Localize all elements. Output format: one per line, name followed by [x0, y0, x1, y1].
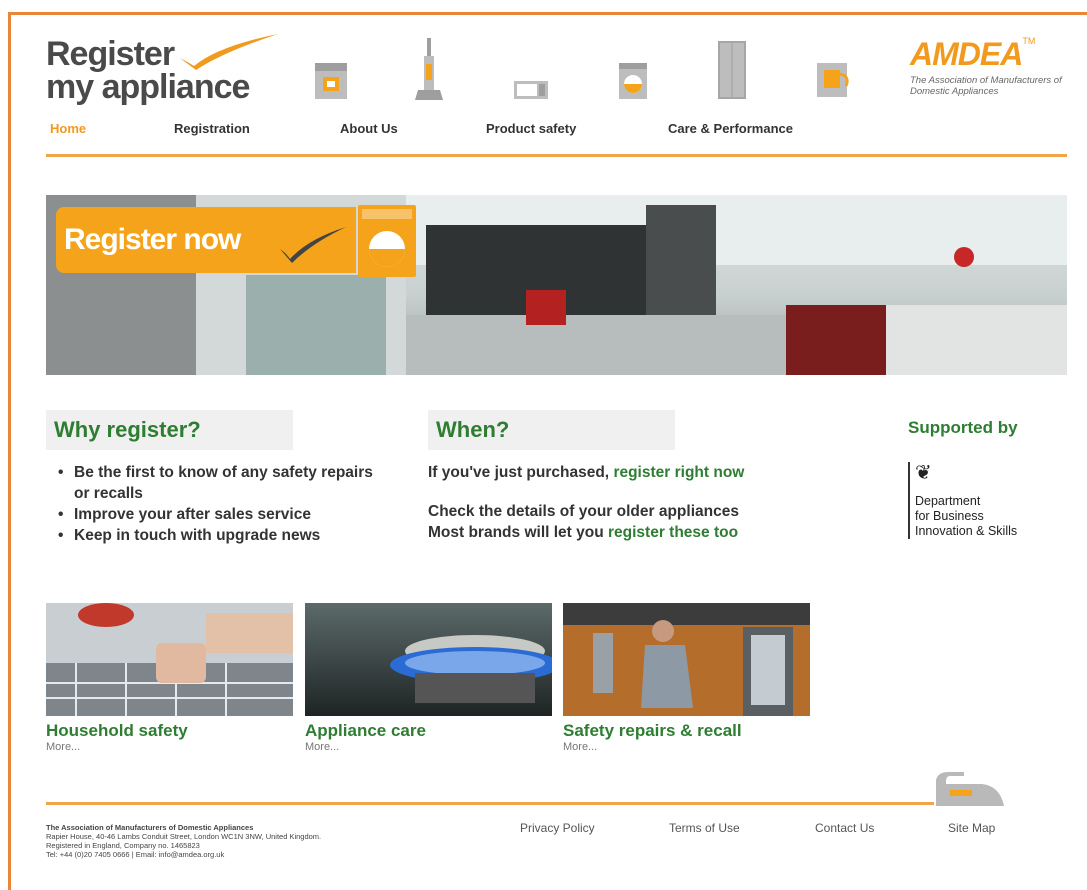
- footer-registration: Registered in England, Company no. 14658…: [46, 841, 200, 850]
- cta-tick-icon: [280, 227, 346, 263]
- repair-engineer-image: [563, 603, 810, 716]
- washing-machine-icon: [619, 63, 647, 99]
- bis-line3: Innovation & Skills: [915, 524, 1018, 538]
- main-nav: Home Registration About Us Product safet…: [0, 121, 1087, 141]
- when-title: When?: [436, 417, 510, 442]
- washing-machine-badge: [358, 205, 416, 277]
- oven-icon: [315, 63, 347, 99]
- more-link[interactable]: More...: [563, 741, 810, 753]
- tile-title: Household safety: [46, 721, 188, 740]
- why-register-heading-box: Why register?: [46, 410, 293, 450]
- tile-appliance-care[interactable]: Appliance care More...: [305, 603, 552, 753]
- when-line1: If you've just purchased,: [428, 464, 610, 481]
- washing-machine-icon: [362, 209, 412, 267]
- register-now-button[interactable]: Register now: [56, 207, 356, 273]
- iron-icon: [936, 772, 1004, 806]
- tile-household-safety[interactable]: Household safety More...: [46, 603, 293, 753]
- nav-registration[interactable]: Registration: [174, 121, 250, 136]
- dishwasher-image: [46, 603, 293, 716]
- bis-line1: Department: [915, 494, 981, 508]
- when-heading-box: When?: [428, 410, 675, 450]
- why-register-title: Why register?: [54, 417, 201, 442]
- register-right-now-link[interactable]: register right now: [613, 464, 744, 481]
- register-these-too-link[interactable]: register these too: [608, 524, 738, 541]
- list-item: Improve your after sales service: [58, 504, 388, 525]
- kettle-icon: [817, 63, 849, 97]
- amdea-logo[interactable]: AMDEATM The Association of Manufacturers…: [910, 36, 1070, 97]
- bis-logo[interactable]: ❦ Department for Business Innovation & S…: [908, 462, 1017, 539]
- footer-address: The Association of Manufacturers of Dome…: [46, 823, 466, 859]
- nav-about-us[interactable]: About Us: [340, 121, 398, 136]
- supported-by-title: Supported by: [908, 418, 1018, 437]
- nav-divider: [46, 154, 1067, 157]
- site-map-link[interactable]: Site Map: [948, 821, 995, 835]
- tile-safety-repairs[interactable]: Safety repairs & recall More...: [563, 603, 810, 753]
- nav-home[interactable]: Home: [50, 121, 86, 136]
- list-item: Be the first to know of any safety repai…: [58, 462, 388, 504]
- contact-us-link[interactable]: Contact Us: [815, 821, 874, 835]
- royal-crest-icon: ❦: [915, 462, 932, 484]
- amdea-tm: TM: [1022, 36, 1036, 46]
- nav-care-performance[interactable]: Care & Performance: [668, 121, 793, 136]
- footer-contact: Tel: +44 (0)20 7405 0666 | Email: info@a…: [46, 850, 225, 859]
- amdea-subtitle: The Association of Manufacturers of Dome…: [910, 75, 1062, 97]
- bis-line2: for Business: [915, 509, 984, 523]
- more-link[interactable]: More...: [46, 741, 293, 753]
- gas-hob-image: [305, 603, 552, 716]
- when-line3: Most brands will let you: [428, 524, 604, 541]
- tile-title: Appliance care: [305, 721, 426, 740]
- privacy-policy-link[interactable]: Privacy Policy: [520, 821, 595, 835]
- register-now-label: Register now: [64, 223, 241, 256]
- when-line2: Check the details of your older applianc…: [428, 503, 739, 520]
- when-text: If you've just purchased, register right…: [428, 462, 828, 543]
- list-item: Keep in touch with upgrade news: [58, 525, 388, 546]
- page-frame: [8, 12, 1087, 890]
- amdea-brand: AMDEA: [910, 36, 1023, 72]
- tile-title: Safety repairs & recall: [563, 721, 742, 740]
- footer-divider: [46, 802, 934, 805]
- vacuum-icon: [415, 38, 443, 100]
- terms-of-use-link[interactable]: Terms of Use: [669, 821, 740, 835]
- hero-banner: Register now: [46, 195, 1067, 375]
- fridge-icon: [718, 41, 746, 99]
- microwave-icon: [514, 81, 548, 99]
- footer-org-name: The Association of Manufacturers of Dome…: [46, 823, 254, 832]
- nav-product-safety[interactable]: Product safety: [486, 121, 576, 136]
- footer-address-line: Rapier House, 40-46 Lambs Conduit Street…: [46, 832, 322, 841]
- more-link[interactable]: More...: [305, 741, 552, 753]
- why-register-list: Be the first to know of any safety repai…: [58, 462, 388, 546]
